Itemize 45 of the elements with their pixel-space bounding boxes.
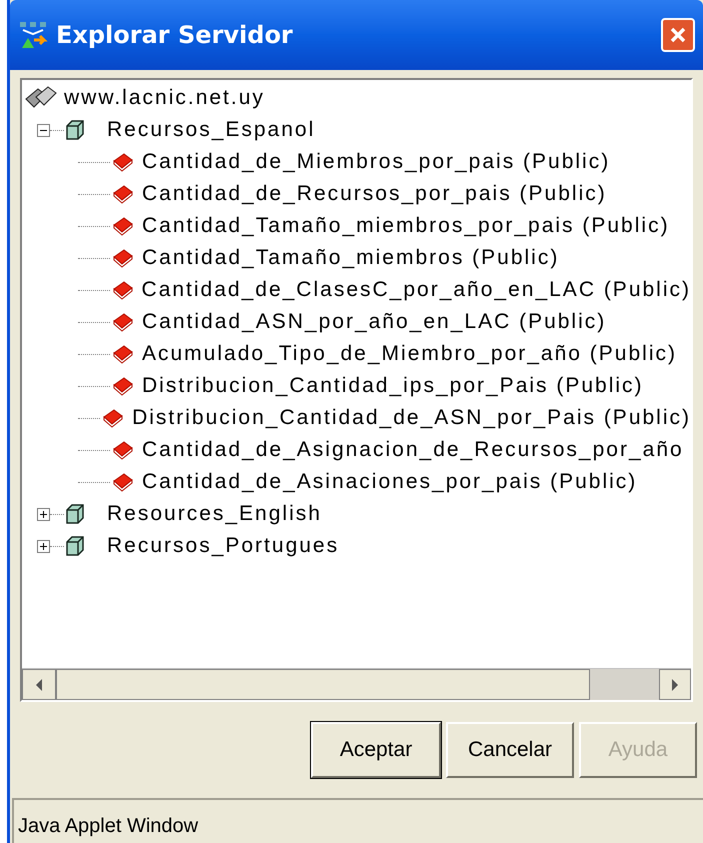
book-icon [112,472,134,492]
book-icon [112,216,134,236]
dialog-button[interactable]: Cancelar [446,722,574,778]
book-icon [112,280,134,300]
status-text: Java Applet Window [18,814,198,839]
cube-icon [64,535,86,557]
tree-node-label[interactable]: Cantidad_de_Asignacion_de_Recursos_por_año [142,434,684,466]
expand-toggle[interactable] [37,540,50,552]
dialog-button[interactable]: Aceptar [311,722,441,778]
tree-node-label[interactable]: Recursos_Portugues [107,530,340,562]
tree-node-label[interactable]: Cantidad_Tamaño_miembros (Public) [142,242,560,274]
tree-node-label[interactable]: Cantidad_de_Miembros_por_pais (Public) [142,146,610,178]
right-arrow-icon [671,678,679,690]
scroll-thumb[interactable] [56,669,590,700]
cube-icon [64,503,86,525]
tree-node-label[interactable]: Cantidad_ASN_por_año_en_LAC (Public) [142,306,606,338]
tree-node-label[interactable]: Cantidad_de_ClasesC_por_año_en_LAC (Public) [142,274,691,306]
tree-node-label[interactable]: Resources_English [107,498,322,530]
book-icon [112,376,134,396]
book-icon [102,408,124,428]
close-icon [669,26,687,44]
tree-node-label[interactable]: www.lacnic.net.uy [64,82,265,114]
tree-node-label[interactable]: Distribucion_Cantidad_ips_por_Pais (Public) [142,370,644,402]
window-title: Explorar Servidor [56,20,293,51]
book-icon [112,152,134,172]
book-icon [112,440,134,460]
cube-icon [64,119,86,141]
book-icon [112,184,134,204]
expand-toggle[interactable] [37,508,50,520]
left-arrow-icon [35,678,43,690]
network-icon [18,20,48,50]
book-icon [112,312,134,332]
tree-node-label[interactable]: Acumulado_Tipo_de_Miembro_por_año (Public) [142,338,677,370]
scroll-left-button[interactable] [22,669,56,700]
book-icon [112,248,134,268]
close-button[interactable] [661,18,695,52]
horizontal-scrollbar[interactable] [22,668,691,700]
collapse-toggle[interactable] [37,124,50,136]
tree-node-label[interactable]: Cantidad_de_Asinaciones_por_pais (Public) [142,466,638,498]
tree-node-label[interactable]: Recursos_Espanol [107,114,316,146]
scroll-right-button[interactable] [659,669,691,700]
tree-node-label[interactable]: Cantidad_Tamaño_miembros_por_pais (Public) [142,210,670,242]
tree-node-label[interactable]: Cantidad_de_Recursos_por_pais (Public) [142,178,607,210]
book-icon [112,344,134,364]
tree-node-label[interactable]: Distribucion_Cantidad_de_ASN_por_Pais (Public) [132,402,691,434]
